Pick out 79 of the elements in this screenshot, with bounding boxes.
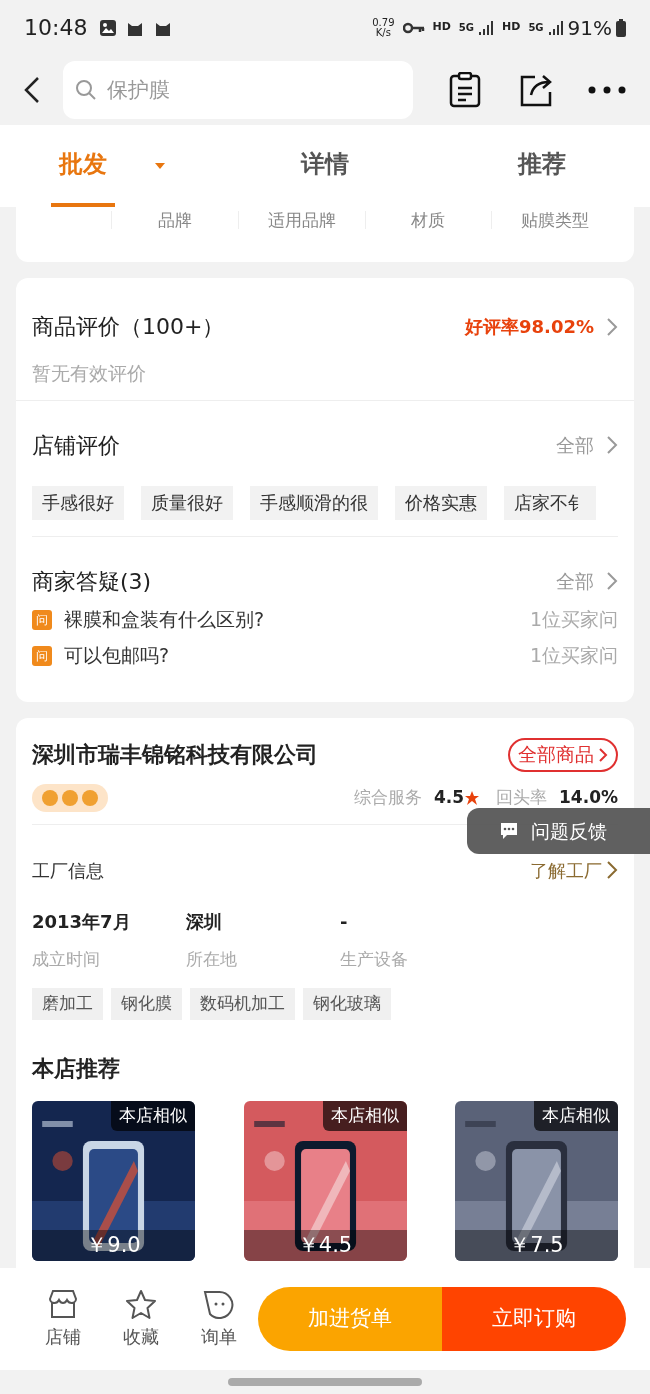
network-label: 5G	[458, 21, 475, 35]
fact-value: -	[340, 909, 349, 934]
bottom-action[interactable]: 收藏	[101, 1288, 180, 1350]
search-field[interactable]: 保护膜	[63, 61, 414, 119]
more-icon	[587, 86, 626, 94]
review-tag[interactable]: 价格实惠	[395, 485, 487, 520]
bottom-action[interactable]: 店铺	[24, 1288, 102, 1350]
fact-value: 深圳	[186, 909, 223, 934]
star-icon	[124, 1288, 157, 1319]
attribute-label: 适用品牌	[267, 211, 336, 229]
factory-tag: 钢化膜	[111, 988, 182, 1020]
shop-name: 深圳市瑞丰锦铭科技有限公司	[32, 741, 318, 769]
section-title: 店铺评价	[32, 431, 120, 460]
bottom-action[interactable]: 询单	[179, 1288, 258, 1350]
positive-rate[interactable]: 好评率98.02%	[465, 313, 594, 340]
fact-label: 生产设备	[340, 947, 409, 971]
repeat-rate-label: 回头率	[496, 785, 547, 809]
empty-review-note: 暂无有效评价	[32, 361, 147, 386]
review-tag[interactable]: 店家不钅	[504, 485, 596, 520]
speed-unit: K/s	[375, 27, 391, 38]
chat-face-icon	[202, 1288, 235, 1319]
fact-label: 所在地	[186, 947, 238, 971]
battery-icon	[616, 18, 626, 37]
service-label: 综合服务	[353, 785, 422, 809]
hd-label: HD	[432, 19, 451, 36]
factory-tag: 磨加工	[32, 988, 103, 1020]
fact-value: 2013年7月	[32, 909, 132, 934]
image-icon	[99, 18, 118, 37]
similar-badge: 本店相似	[322, 1101, 407, 1131]
tab[interactable]: 推荐	[509, 125, 574, 207]
key-icon	[402, 21, 425, 34]
chevron-right-icon	[606, 571, 618, 591]
signal-icon	[478, 19, 495, 36]
price: ￥4.5	[243, 1229, 407, 1261]
section-title: 商家答疑(3)	[32, 567, 152, 596]
price: ￥7.5	[455, 1229, 618, 1261]
factory-tag: 钢化玻璃	[303, 988, 391, 1020]
tab[interactable]: 详情	[293, 125, 357, 207]
product-card[interactable]: 本店相似 ￥4.5	[243, 1101, 407, 1261]
fact-label: 成立时间	[32, 947, 101, 971]
review-tag[interactable]: 手感很好	[32, 485, 124, 520]
review-tag[interactable]: 手感顺滑的很	[250, 485, 378, 520]
question-text[interactable]: 裸膜和盒装有什么区别?	[64, 605, 265, 634]
search-icon	[75, 79, 98, 101]
all-products-button[interactable]: 全部商品	[508, 737, 618, 772]
similar-badge: 本店相似	[534, 1101, 618, 1131]
repeat-rate: 14.0%	[559, 785, 618, 809]
network-label: 5G	[528, 21, 544, 35]
network-speed: 0.79	[372, 17, 395, 28]
feedback-button[interactable]: 问题反馈	[467, 808, 650, 854]
service-score: 4.5	[433, 785, 464, 809]
question-badge: 问	[32, 645, 52, 666]
attribute-label: 材质	[411, 211, 446, 229]
factory-tag: 数码机加工	[190, 988, 295, 1020]
signal-icon	[547, 19, 564, 36]
factory-title: 工厂信息	[32, 858, 104, 883]
asker-count: 1位买家问	[529, 607, 618, 633]
battery-level: 91%	[567, 14, 612, 42]
attribute-label: 品牌	[157, 211, 192, 229]
chevron-right-icon	[598, 746, 608, 763]
factory-link[interactable]: 了解工厂	[530, 856, 602, 884]
question-badge: 问	[32, 609, 52, 630]
section-title: 商品评价（100+）	[32, 313, 225, 341]
product-card[interactable]: 本店相似 ￥7.5	[455, 1101, 618, 1261]
chevron-right-icon	[606, 860, 618, 880]
review-tag[interactable]: 质量很好	[141, 485, 233, 520]
similar-badge: 本店相似	[111, 1101, 195, 1131]
chevron-right-icon	[606, 435, 618, 455]
chat-icon	[499, 822, 519, 840]
chevron-right-icon	[606, 316, 618, 337]
question-text[interactable]: 可以包邮吗?	[64, 641, 170, 670]
rating-badge-icon	[32, 783, 108, 812]
star-icon	[464, 789, 480, 806]
clock: 10:48	[24, 14, 88, 42]
section-title: 本店推荐	[32, 1055, 121, 1083]
attribute-label: 贴膜类型	[521, 211, 590, 229]
hd-label: HD	[502, 19, 521, 36]
asker-count: 1位买家问	[529, 643, 618, 669]
shop-icon	[46, 1288, 79, 1319]
